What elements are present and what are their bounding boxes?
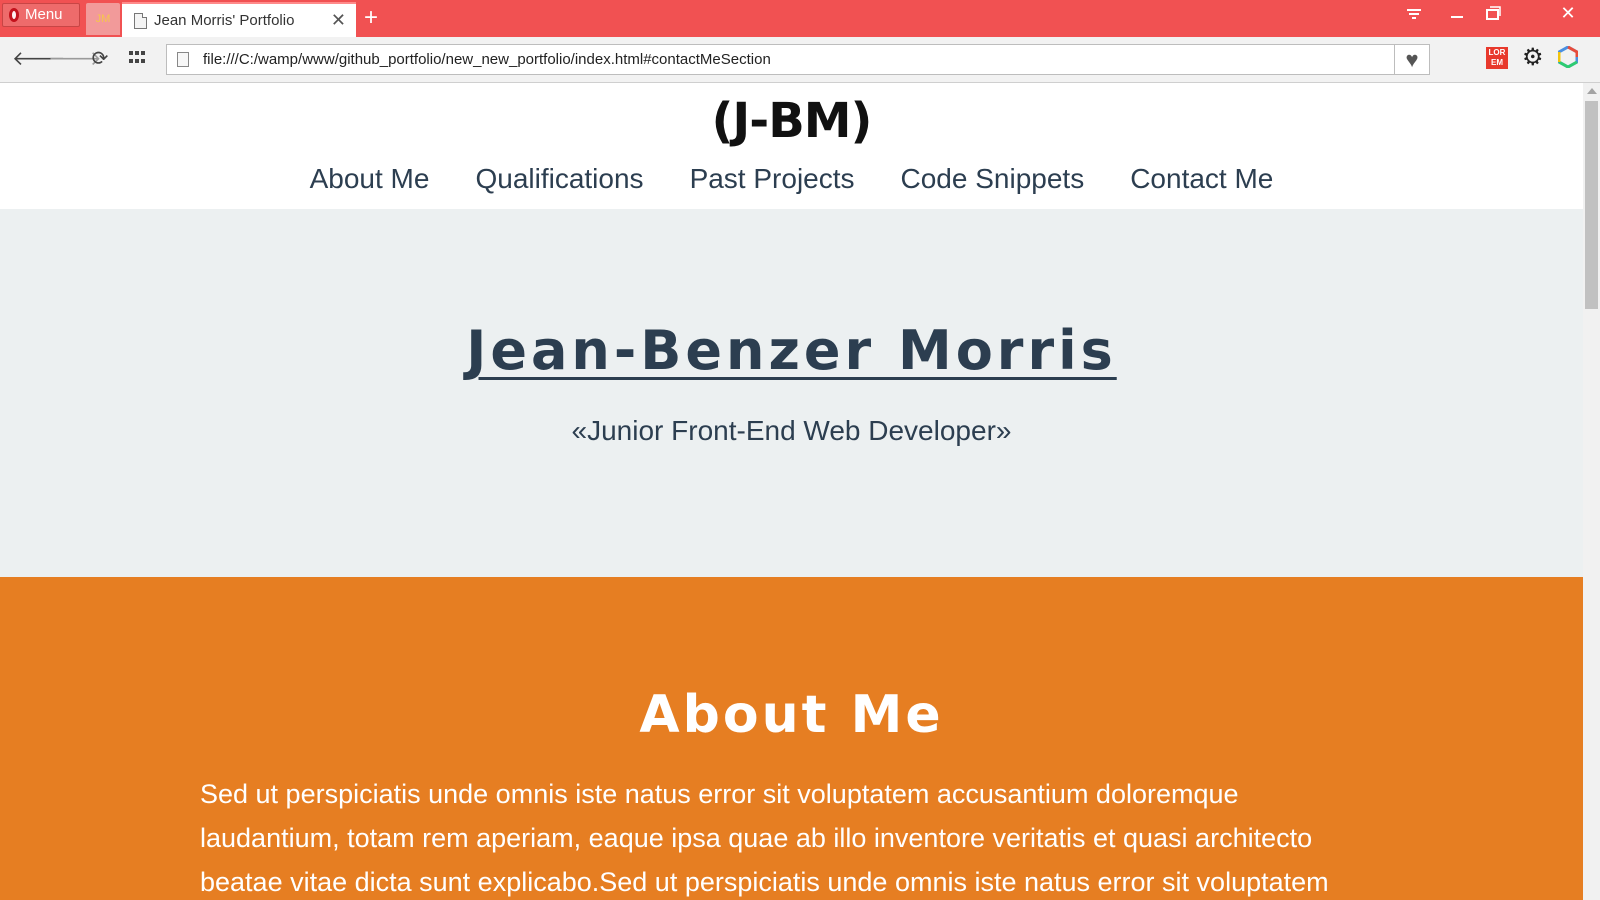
- active-tab[interactable]: Jean Morris' Portfolio ✕: [122, 2, 356, 37]
- address-toolbar: 🡐 🡒 ⟳ file:///C:/wamp/www/github_portfol…: [0, 37, 1600, 83]
- new-tab-button[interactable]: +: [364, 4, 378, 32]
- vertical-scrollbar[interactable]: [1583, 83, 1600, 900]
- extension-hex-icon[interactable]: [1557, 45, 1579, 69]
- about-heading: About Me: [639, 685, 944, 745]
- speed-dial-icon[interactable]: [129, 51, 147, 65]
- url-text[interactable]: file:///C:/wamp/www/github_portfolio/new…: [203, 51, 1394, 68]
- page-info-icon[interactable]: [177, 52, 189, 67]
- main-nav: About Me Qualifications Past Projects Co…: [0, 163, 1583, 195]
- hero-name: Jean-Benzer Morris: [466, 319, 1117, 382]
- close-tab-icon[interactable]: ✕: [331, 10, 346, 31]
- tab-menu-icon[interactable]: [1404, 4, 1424, 31]
- minimize-button[interactable]: [1448, 4, 1466, 31]
- lorem-ipsum-icon[interactable]: LOR EM: [1486, 47, 1508, 69]
- nav-past-projects[interactable]: Past Projects: [689, 163, 856, 195]
- maximize-button[interactable]: [1484, 4, 1502, 31]
- nav-about-me[interactable]: About Me: [309, 163, 431, 195]
- reload-icon[interactable]: ⟳: [88, 46, 112, 72]
- site-logo[interactable]: (J-BM): [0, 83, 1583, 163]
- tab-title: Jean Morris' Portfolio: [154, 12, 295, 29]
- address-bar[interactable]: file:///C:/wamp/www/github_portfolio/new…: [166, 44, 1430, 75]
- nav-qualifications[interactable]: Qualifications: [474, 163, 644, 195]
- menu-label: Menu: [25, 6, 63, 23]
- hero-subtitle: «Junior Front-End Web Developer»: [571, 415, 1012, 446]
- site-header: (J-BM) About Me Qualifications Past Proj…: [0, 83, 1583, 209]
- about-text: Sed ut perspiciatis unde omnis iste natu…: [200, 779, 1329, 897]
- close-window-button[interactable]: ✕: [1536, 0, 1600, 28]
- nav-code-snippets[interactable]: Code Snippets: [900, 163, 1086, 195]
- browser-tab-bar: Menu JM Jean Morris' Portfolio ✕ + ✕: [0, 0, 1600, 37]
- opera-logo-icon: [9, 8, 19, 22]
- nav-contact-me[interactable]: Contact Me: [1129, 163, 1274, 195]
- scroll-up-icon[interactable]: [1587, 88, 1597, 94]
- heart-icon[interactable]: ♥: [1394, 45, 1429, 74]
- page-viewport: (J-BM) About Me Qualifications Past Proj…: [0, 83, 1583, 900]
- gear-icon[interactable]: ⚙: [1522, 45, 1544, 71]
- browser-menu-button[interactable]: Menu: [2, 3, 80, 27]
- forward-icon[interactable]: 🡒: [48, 46, 102, 72]
- hero-section: Jean-Benzer Morris «Junior Front-End Web…: [0, 209, 1583, 577]
- about-section: About Me Sed ut perspiciatis unde omnis …: [0, 577, 1583, 900]
- back-icon[interactable]: 🡐: [12, 46, 66, 72]
- pinned-tab[interactable]: JM: [86, 3, 120, 35]
- page-icon: [134, 12, 147, 29]
- scrollbar-thumb[interactable]: [1585, 101, 1598, 309]
